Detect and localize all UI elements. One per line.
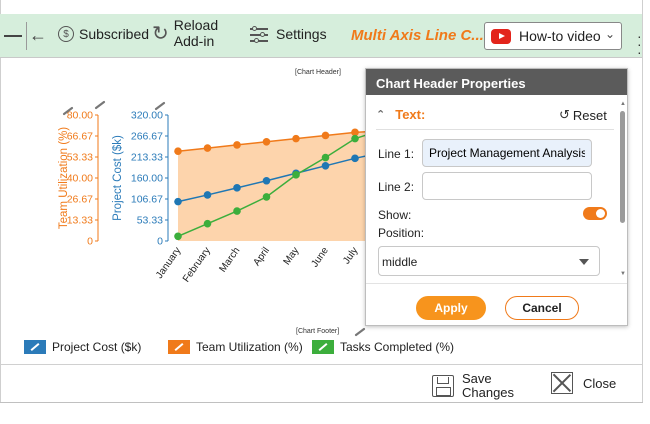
legend-label-util: Team Utilization (%) [196, 340, 303, 354]
utilization-point [262, 137, 271, 146]
close-box-icon [551, 372, 573, 394]
save-label-line2: Changes [462, 385, 515, 400]
app-window: ← $ Subscribed ↻ Reload Add-in Settings … [0, 0, 650, 424]
save-label-line1: Save [462, 371, 492, 386]
category-label: March [218, 245, 243, 274]
utilization-tick-label: 0 [87, 236, 93, 248]
legend-swatch-tasks [312, 340, 334, 354]
chevron-up-icon: ⌃ [376, 109, 386, 121]
legend-swatch-cost [24, 340, 46, 354]
utilization-tick-label: 80.00 [67, 110, 93, 122]
cost-tick-label: 266.67 [131, 131, 163, 143]
section-divider [376, 129, 614, 130]
cost-tick-label: 213.33 [131, 152, 163, 164]
utilization-tick-label: 66.67 [67, 131, 93, 143]
panel-scrollbar[interactable]: ▲ ▼ [619, 101, 627, 279]
cost-tick-label: 0 [157, 236, 163, 248]
show-label: Show: [378, 208, 412, 222]
tasks-point [292, 171, 300, 179]
utilization-point [174, 147, 182, 156]
utilization-tick-label: 26.67 [67, 194, 93, 206]
cost-point [262, 176, 271, 185]
utilization-point [203, 144, 212, 152]
position-label: Position: [378, 226, 425, 240]
footer-divider [0, 364, 642, 365]
cost-tick-label: 106.67 [131, 194, 163, 206]
cost-tick-label: 160.00 [131, 173, 163, 185]
reset-button[interactable]: ↺ Reset [559, 107, 607, 123]
close-button[interactable]: Close [551, 372, 616, 394]
category-label: June [310, 245, 332, 269]
show-toggle[interactable] [583, 207, 607, 220]
cost-point [321, 161, 330, 170]
utilization-point [292, 134, 300, 143]
tasks-point [174, 232, 182, 241]
apply-button[interactable]: Apply [416, 296, 486, 320]
tasks-point [351, 134, 359, 143]
cost-point [233, 184, 241, 192]
utilization-tick-label: 40.00 [67, 173, 93, 185]
line2-input[interactable] [422, 172, 592, 200]
legend-item-util: Team Utilization (%) [168, 340, 303, 354]
cancel-button[interactable]: Cancel [505, 296, 579, 320]
position-select[interactable]: middle [378, 246, 600, 276]
scroll-down-icon[interactable]: ▼ [620, 271, 626, 277]
legend-item-cost: Project Cost ($k) [24, 340, 141, 354]
save-label: Save Changes [462, 372, 514, 400]
utilization-point [321, 131, 330, 140]
category-label: January [154, 245, 183, 280]
cost-point [351, 154, 359, 163]
utilization-tick-label: 13.33 [67, 215, 93, 227]
reset-label: Reset [572, 107, 607, 123]
legend-label-cost: Project Cost ($k) [52, 340, 142, 354]
caret-down-icon [579, 259, 589, 265]
chart-header-properties-panel: Chart Header Properties ⌃ Text: ↺ Reset … [365, 68, 628, 326]
category-label: July [341, 245, 360, 266]
cost-axis-title: Project Cost ($k) [112, 135, 124, 221]
category-label: May [282, 245, 302, 267]
window-bottom-border [0, 402, 643, 403]
utilization-tick-label: 53.33 [67, 152, 93, 164]
close-label: Close [583, 375, 617, 391]
pencil-icon [94, 100, 106, 110]
cost-point [203, 191, 212, 199]
utilization-axis-title: Team Utilization (%) [58, 127, 70, 229]
floppy-disk-icon [432, 375, 454, 397]
undo-icon: ↺ [559, 107, 570, 122]
scrollbar-thumb[interactable] [620, 111, 625, 223]
cost-tick-label: 53.33 [137, 215, 163, 227]
legend-label-tasks: Tasks Completed (%) [340, 340, 455, 354]
text-section-toggle[interactable]: ⌃ Text: [376, 107, 425, 122]
tasks-point [262, 193, 271, 201]
pencil-icon [154, 101, 166, 111]
cost-tick-label: 320.00 [131, 110, 163, 122]
line1-input[interactable] [422, 139, 592, 167]
legend-item-tasks: Tasks Completed (%) [312, 340, 454, 354]
text-section-label: Text: [395, 107, 426, 122]
panel-title: Chart Header Properties [366, 69, 627, 95]
cost-point [174, 197, 182, 206]
save-changes-button[interactable]: Save Changes [432, 372, 514, 400]
utilization-point [233, 141, 241, 149]
tasks-point [203, 219, 212, 228]
category-label: February [181, 245, 213, 284]
legend-swatch-util [168, 340, 190, 354]
line1-label: Line 1: [378, 147, 415, 161]
category-label: April [251, 245, 271, 268]
pencil-icon [354, 327, 366, 337]
scroll-up-icon[interactable]: ▲ [620, 101, 626, 107]
position-selected-value: middle [382, 255, 418, 269]
line2-label: Line 2: [378, 180, 415, 194]
chart-footer-tag[interactable]: [Chart Footer] [296, 328, 339, 335]
tasks-point [321, 153, 330, 162]
panel-footer-divider [366, 283, 627, 284]
tasks-point [233, 207, 241, 215]
